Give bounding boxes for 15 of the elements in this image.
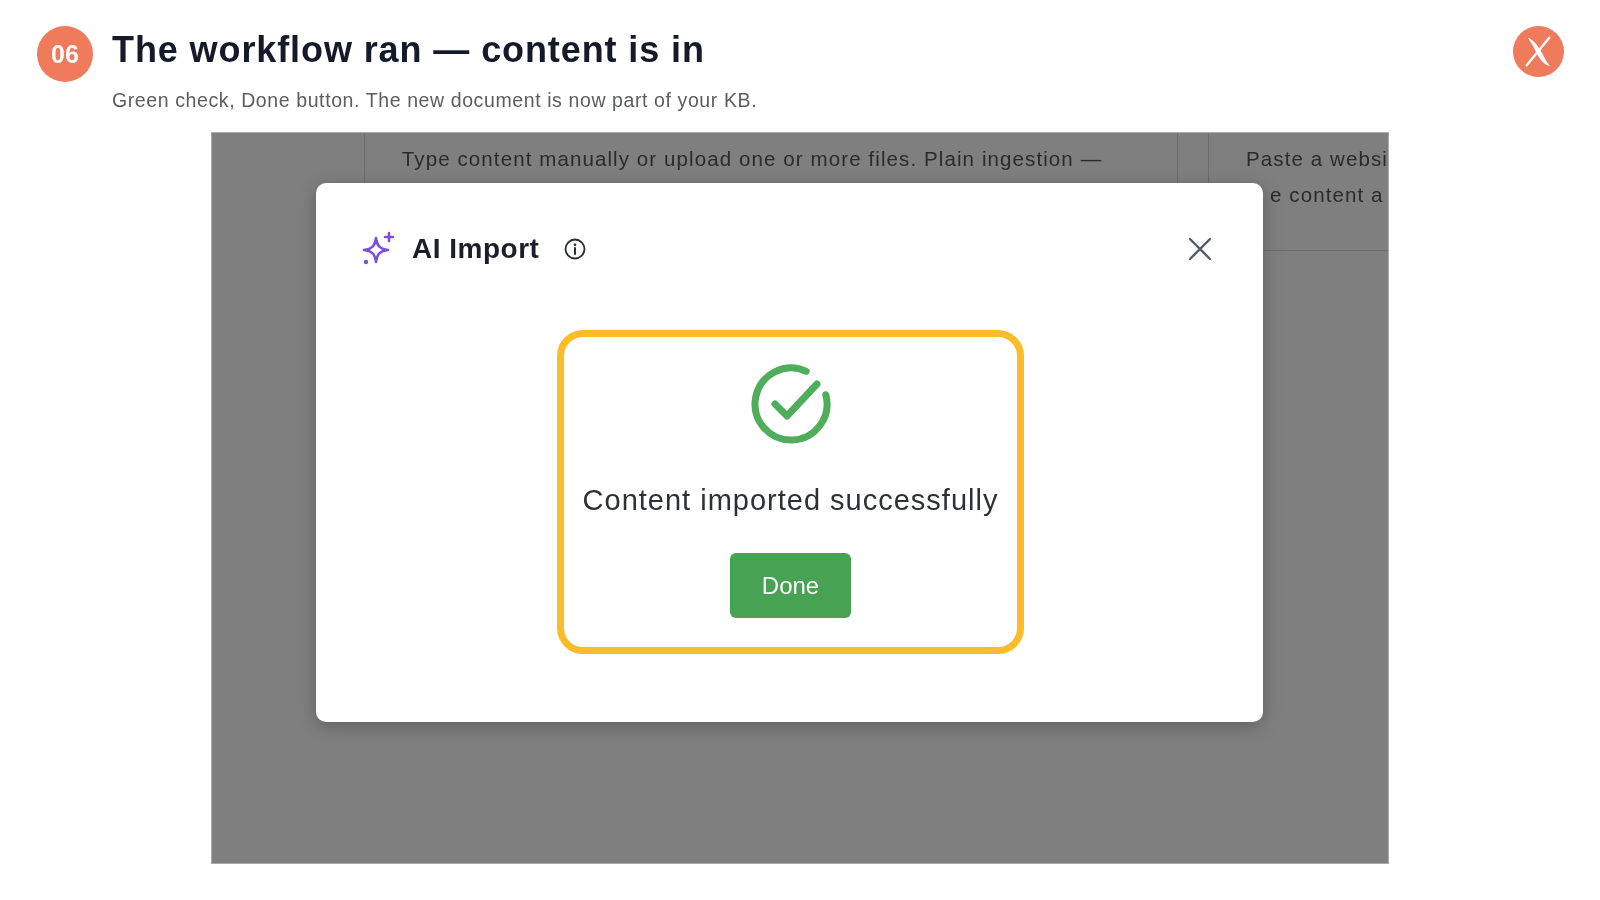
slide-subtitle: Green check, Done button. The new document is now part of your KB. [112, 88, 758, 112]
dialog-title: AI Import [412, 232, 540, 266]
description-text: Type content manually or upload one or more files. Plain ingestion — [401, 147, 1103, 170]
done-button[interactable]: Done [730, 553, 851, 618]
check-circle-icon [749, 363, 832, 445]
sparkle-icon [361, 231, 397, 267]
close-button[interactable] [1188, 237, 1212, 261]
slide-title: The workflow ran — content is in [112, 28, 706, 72]
info-icon[interactable] [564, 238, 587, 260]
side-text: e content a [1270, 182, 1384, 208]
logo-icon [1513, 26, 1564, 77]
step-badge: 06 [37, 26, 93, 82]
close-icon [1188, 237, 1212, 261]
success-message: Content imported successfully [582, 483, 999, 517]
side-text: Paste a websi [1246, 146, 1388, 172]
